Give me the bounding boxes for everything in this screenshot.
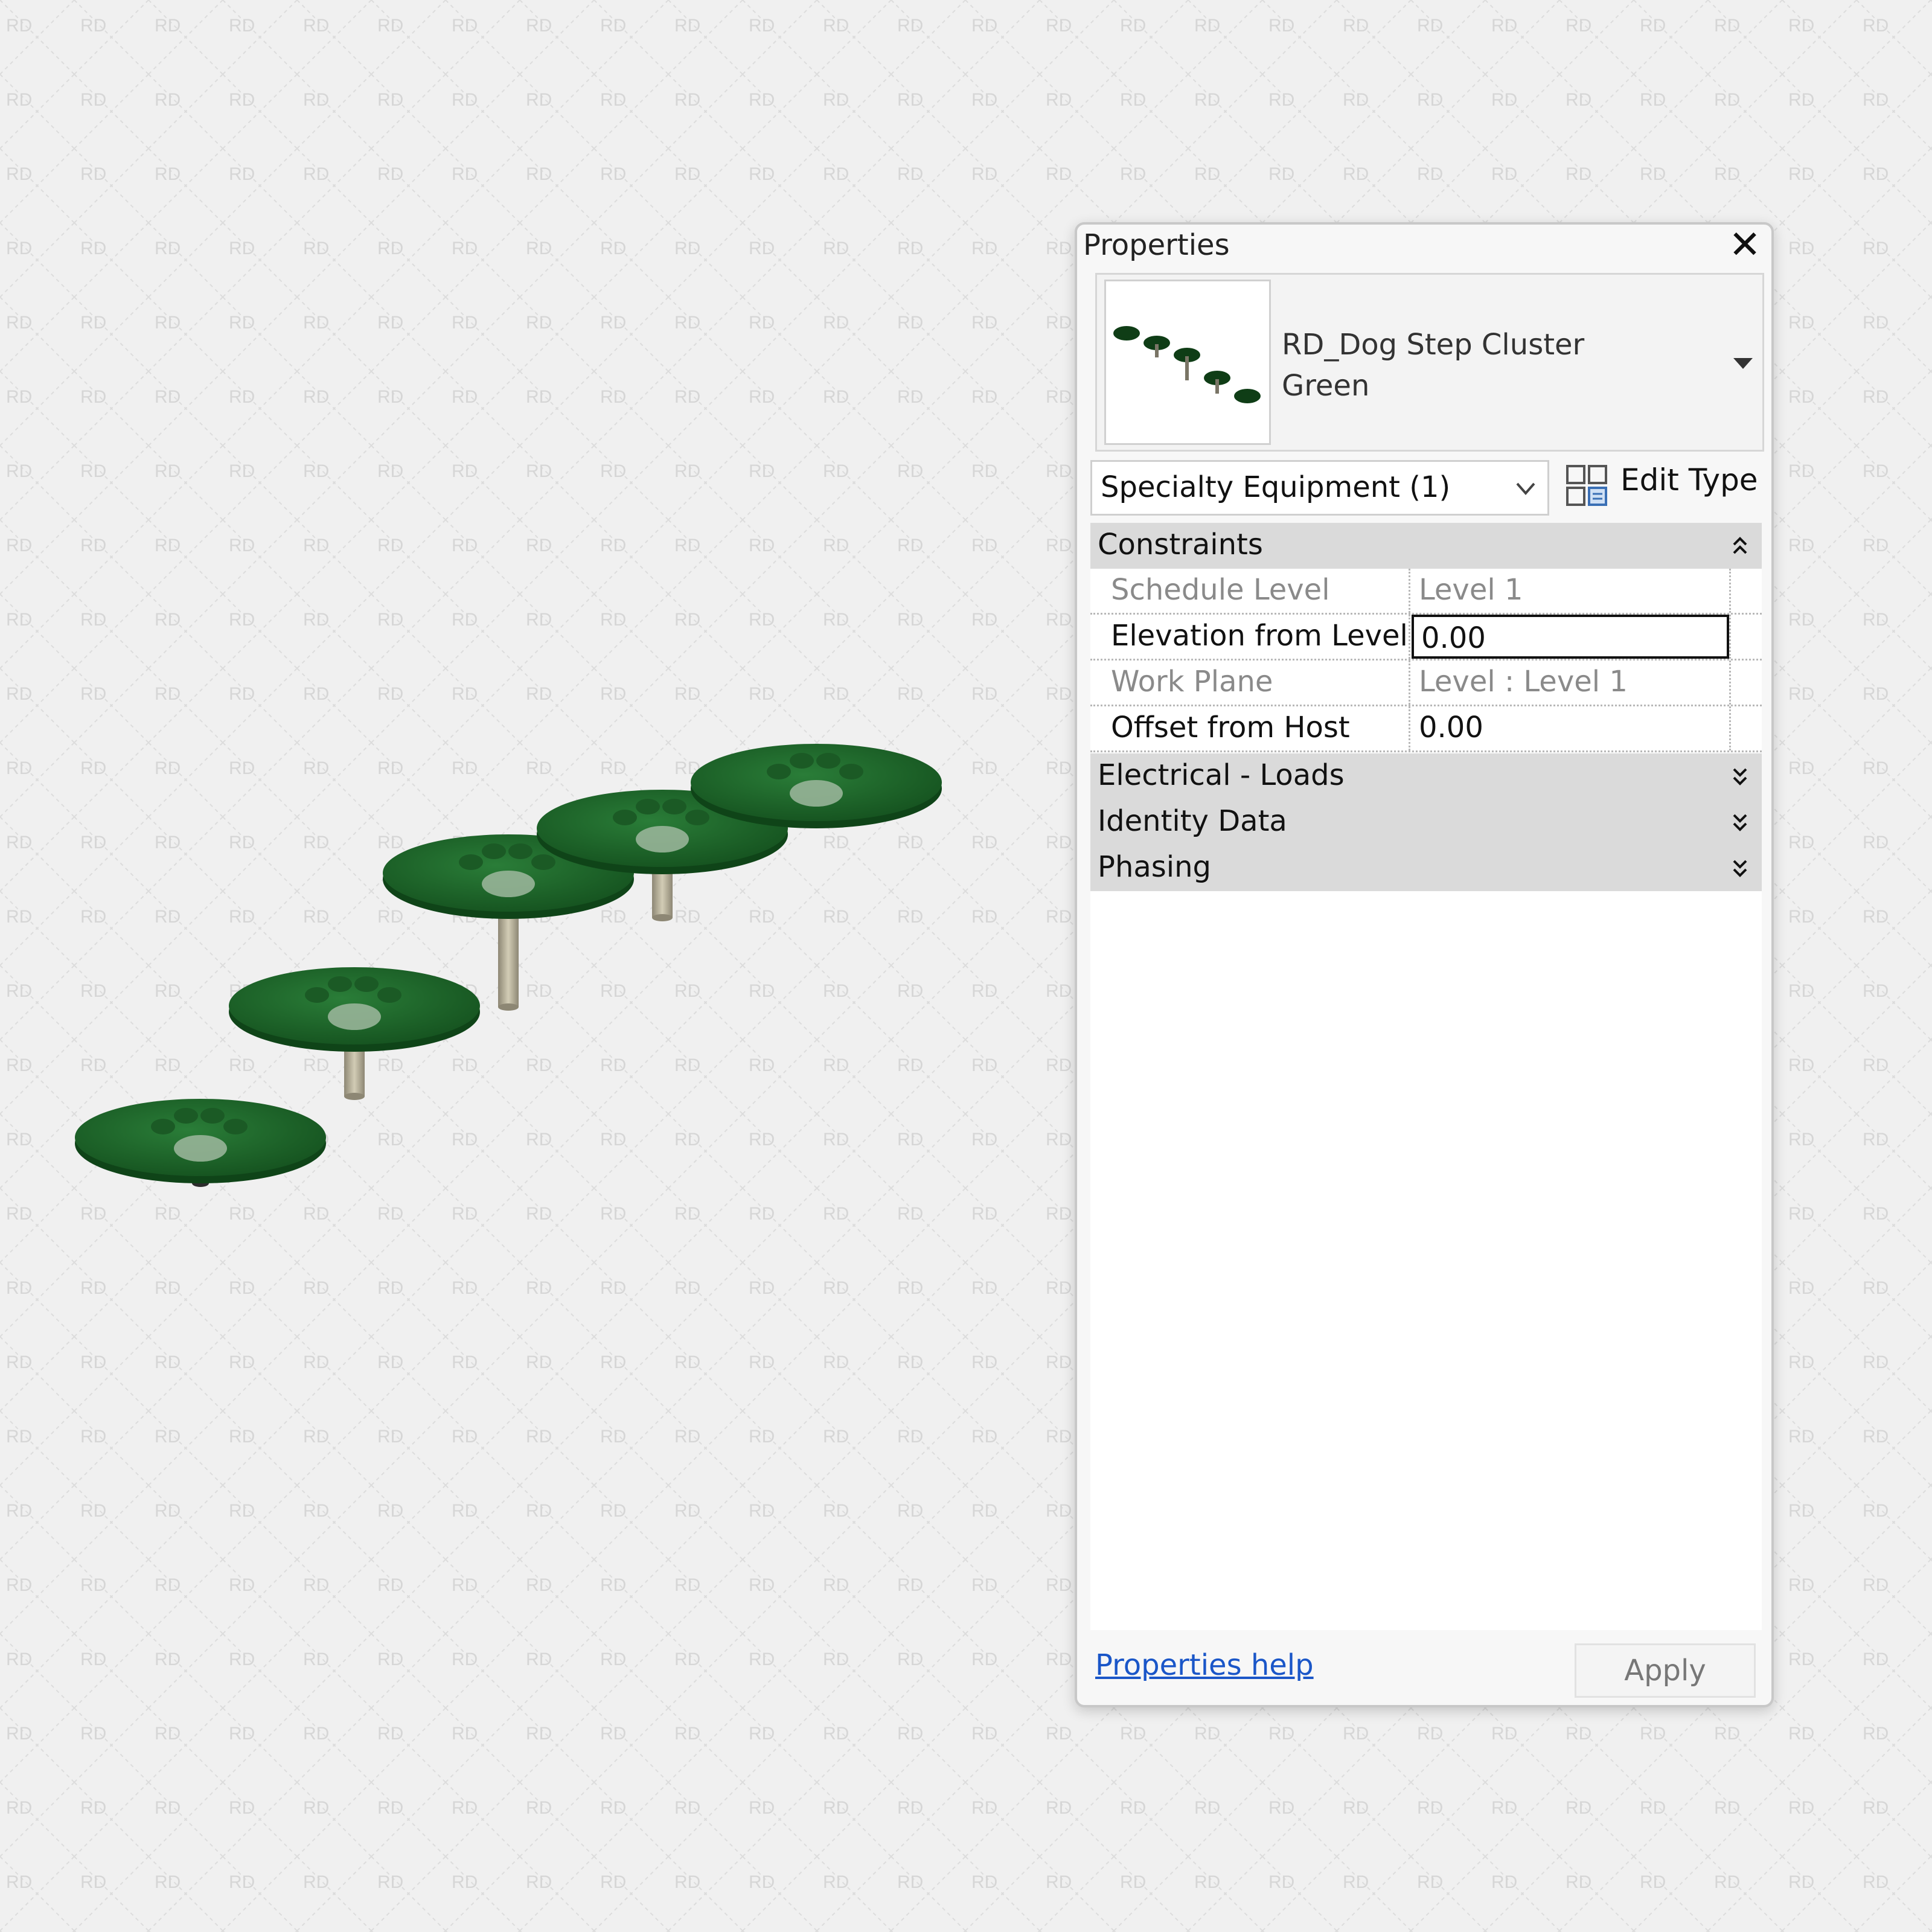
section-identity-data[interactable]: Identity Data <box>1090 799 1762 845</box>
properties-palette: Properties ✕ RD_Dog Step Cluster Green S… <box>1075 222 1774 1707</box>
close-icon[interactable]: ✕ <box>1727 226 1763 264</box>
type-type-name: Green <box>1282 369 1370 403</box>
prop-name: Offset from Host <box>1090 706 1410 750</box>
chevron-down-icon <box>1516 482 1535 496</box>
section-label: Identity Data <box>1098 804 1287 838</box>
prop-gutter <box>1729 661 1762 705</box>
prop-row-offset-from-host: Offset from Host 0.00 <box>1090 706 1762 752</box>
category-selected: Specialty Equipment (1) <box>1101 470 1451 504</box>
type-name: RD_Dog Step Cluster Green <box>1282 324 1584 406</box>
expand-down-icon <box>1733 860 1747 877</box>
edit-type-button[interactable]: Edit Type <box>1565 456 1758 514</box>
type-thumbnail <box>1104 280 1271 445</box>
category-filter-dropdown[interactable]: Specialty Equipment (1) <box>1090 460 1549 516</box>
elevation-from-level-input[interactable]: 0.00 <box>1412 615 1729 659</box>
prop-gutter <box>1729 615 1762 659</box>
prop-gutter <box>1729 706 1762 750</box>
section-label: Constraints <box>1098 528 1263 561</box>
prop-value: Level : Level 1 <box>1419 665 1628 699</box>
prop-row-schedule-level: Schedule Level Level 1 <box>1090 569 1762 615</box>
type-selector[interactable]: RD_Dog Step Cluster Green <box>1095 273 1764 452</box>
apply-button[interactable]: Apply <box>1575 1643 1756 1698</box>
prop-name: Work Plane <box>1090 661 1410 705</box>
properties-help-link[interactable]: Properties help <box>1095 1648 1314 1682</box>
prop-row-work-plane: Work Plane Level : Level 1 <box>1090 661 1762 706</box>
properties-empty-area <box>1090 891 1762 1630</box>
palette-title: Properties <box>1083 228 1230 262</box>
section-label: Electrical - Loads <box>1098 758 1345 792</box>
section-constraints[interactable]: Constraints <box>1090 523 1762 569</box>
edit-type-icon <box>1566 465 1607 506</box>
prop-row-elevation-from-level: Elevation from Level 0.00 <box>1090 615 1762 661</box>
dog-step-1[interactable] <box>75 1099 326 1187</box>
prop-gutter <box>1729 569 1762 613</box>
expand-down-icon <box>1733 768 1747 785</box>
model-viewport[interactable] <box>0 0 1026 1932</box>
edit-type-label: Edit Type <box>1620 462 1758 497</box>
prop-value: Level 1 <box>1419 573 1523 607</box>
section-phasing[interactable]: Phasing <box>1090 845 1762 891</box>
type-family-name: RD_Dog Step Cluster <box>1282 328 1585 362</box>
prop-name: Elevation from Level <box>1090 615 1410 659</box>
section-electrical-loads[interactable]: Electrical - Loads <box>1090 753 1762 799</box>
dog-step-2[interactable] <box>229 967 480 1100</box>
palette-footer: Properties help Apply <box>1077 1630 1771 1703</box>
section-label: Phasing <box>1098 850 1212 884</box>
offset-from-host-input[interactable]: 0.00 <box>1412 706 1729 750</box>
collapse-up-icon <box>1733 537 1747 554</box>
expand-down-icon <box>1733 814 1747 831</box>
dog-step-5[interactable] <box>691 744 942 828</box>
type-dropdown-icon[interactable] <box>1733 358 1753 369</box>
prop-name: Schedule Level <box>1090 569 1410 613</box>
